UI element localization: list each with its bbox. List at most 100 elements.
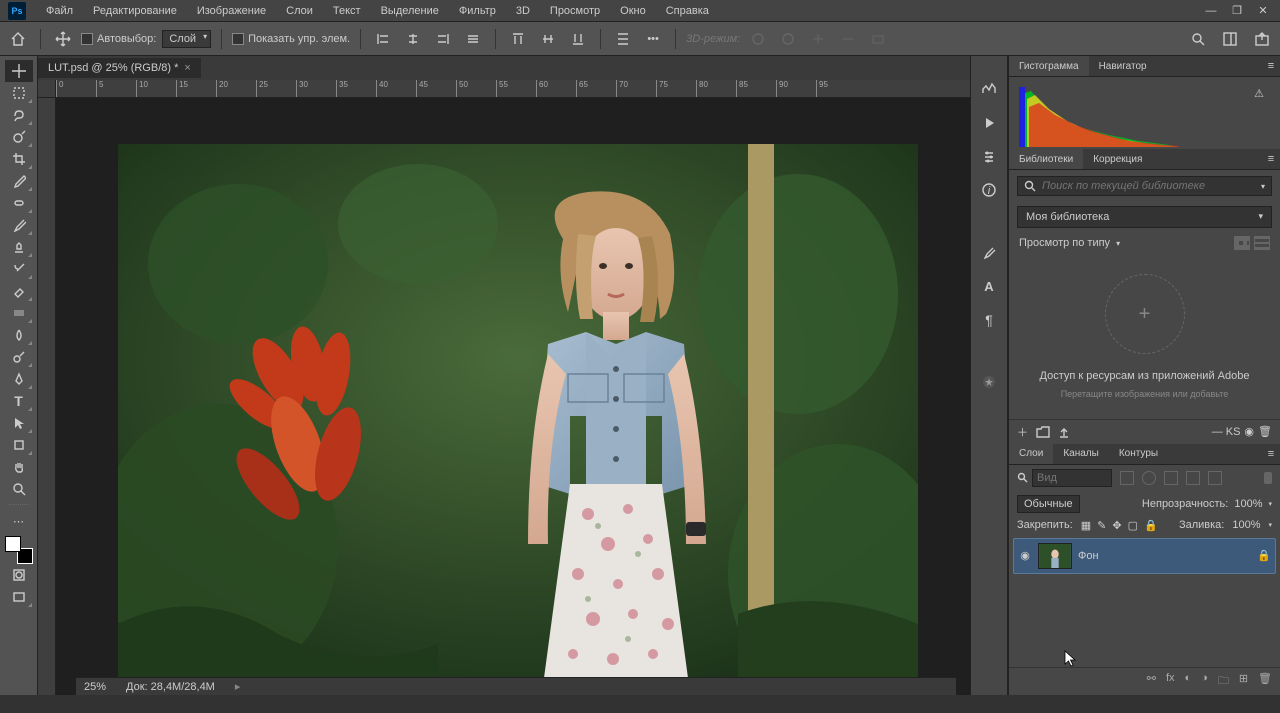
zoom-tool[interactable] — [5, 478, 33, 500]
layer-mask-icon[interactable]: ◐ — [1185, 672, 1192, 691]
filter-shape-icon[interactable] — [1186, 471, 1200, 485]
brushes-icon[interactable] — [979, 242, 999, 262]
menu-image[interactable]: Изображение — [187, 2, 276, 20]
menu-help[interactable]: Справка — [656, 2, 719, 20]
document-tab[interactable]: LUT.psd @ 25% (RGB/8) * × — [38, 58, 201, 78]
add-asset-circle[interactable]: + — [1105, 274, 1185, 354]
quick-select-tool[interactable] — [5, 126, 33, 148]
filter-type-icon[interactable] — [1164, 471, 1178, 485]
pen-tool[interactable] — [5, 368, 33, 390]
tab-libraries[interactable]: Библиотеки — [1009, 149, 1083, 169]
tab-paths[interactable]: Контуры — [1109, 444, 1168, 464]
link-layers-icon[interactable]: ⚯ — [1147, 672, 1156, 691]
panel-menu-icon[interactable]: ≡ — [1262, 444, 1280, 464]
layer-group-icon[interactable]: 🗀 — [1218, 672, 1229, 691]
crop-tool[interactable] — [5, 148, 33, 170]
ruler-vertical[interactable] — [38, 98, 56, 695]
eyedropper-tool[interactable] — [5, 170, 33, 192]
window-restore[interactable]: ❐ — [1224, 0, 1250, 22]
ruler-origin[interactable] — [38, 80, 56, 98]
doc-size[interactable]: Док: 28,4M/28,4M — [126, 681, 215, 693]
character-icon[interactable]: A — [979, 276, 999, 296]
histogram-warning-icon[interactable]: ⚠ — [1254, 87, 1264, 100]
more-options-icon[interactable]: ••• — [641, 27, 665, 51]
menu-text[interactable]: Текст — [323, 2, 371, 20]
align-more-icon[interactable] — [461, 27, 485, 51]
lock-pixels-icon[interactable]: ✎ — [1097, 519, 1106, 532]
adjustment-layer-icon[interactable]: ◑ — [1201, 672, 1208, 691]
paragraph-icon[interactable]: ¶ — [979, 310, 999, 330]
delete-layer-icon[interactable]: 🗑 — [1258, 672, 1272, 691]
favorites-icon[interactable] — [979, 372, 999, 392]
tab-histogram[interactable]: Гистограмма — [1009, 56, 1089, 76]
search-dropdown-icon[interactable]: ▾ — [1261, 182, 1265, 191]
show-transform-controls[interactable]: Показать упр. элем. — [232, 33, 350, 45]
opacity-value[interactable]: 100% — [1234, 498, 1262, 510]
zoom-level[interactable]: 25% — [84, 681, 106, 693]
lib-add-icon[interactable]: ＋ — [1017, 424, 1028, 440]
layer-name[interactable]: Фон — [1078, 550, 1099, 562]
menu-3d[interactable]: 3D — [506, 2, 540, 20]
library-search[interactable]: ▾ — [1017, 176, 1272, 196]
history-brush-tool[interactable] — [5, 258, 33, 280]
layer-filter-input[interactable] — [1032, 469, 1112, 487]
filter-smart-icon[interactable] — [1208, 471, 1222, 485]
search-icon[interactable] — [1186, 27, 1210, 51]
quick-mask[interactable] — [5, 564, 33, 586]
path-select-tool[interactable] — [5, 412, 33, 434]
lib-upload-icon[interactable] — [1058, 426, 1070, 438]
panel-menu-icon[interactable]: ≡ — [1262, 149, 1280, 169]
tab-layers[interactable]: Слои — [1009, 444, 1053, 464]
filter-adjust-icon[interactable] — [1142, 471, 1156, 485]
home-button[interactable] — [6, 27, 30, 51]
foreground-color[interactable] — [5, 536, 21, 552]
new-layer-icon[interactable]: ⊞ — [1239, 672, 1248, 691]
hand-tool[interactable] — [5, 456, 33, 478]
grid-view-icon[interactable] — [1234, 236, 1250, 250]
library-select[interactable]: Моя библиотека — [1017, 206, 1272, 228]
window-minimize[interactable]: — — [1198, 0, 1224, 22]
align-vcenter-icon[interactable] — [536, 27, 560, 51]
align-hcenter-icon[interactable] — [401, 27, 425, 51]
layer-lock-icon[interactable]: 🔒 — [1257, 549, 1271, 562]
gradient-tool[interactable] — [5, 302, 33, 324]
stamp-tool[interactable] — [5, 236, 33, 258]
lib-folder-icon[interactable] — [1036, 426, 1050, 438]
eraser-tool[interactable] — [5, 280, 33, 302]
brush-tool[interactable] — [5, 214, 33, 236]
lock-artboard-icon[interactable]: ▢ — [1128, 519, 1138, 532]
screen-mode[interactable] — [5, 586, 33, 608]
fill-value[interactable]: 100% — [1232, 519, 1260, 531]
layer-thumbnail[interactable] — [1038, 543, 1072, 569]
menu-view[interactable]: Просмотр — [540, 2, 610, 20]
menu-select[interactable]: Выделение — [371, 2, 449, 20]
tab-navigator[interactable]: Навигатор — [1089, 56, 1157, 76]
info-icon[interactable]: i — [979, 180, 999, 200]
window-close[interactable]: ✕ — [1250, 0, 1276, 22]
menu-layers[interactable]: Слои — [276, 2, 323, 20]
filter-toggle[interactable] — [1264, 472, 1272, 484]
menu-file[interactable]: Файл — [36, 2, 83, 20]
move-tool-icon[interactable] — [51, 27, 75, 51]
edit-toolbar[interactable]: ⋯ — [5, 510, 33, 532]
align-top-icon[interactable] — [506, 27, 530, 51]
menu-edit[interactable]: Редактирование — [83, 2, 187, 20]
adjustments-icon[interactable] — [979, 146, 999, 166]
canvas-viewport[interactable] — [56, 98, 970, 695]
type-tool[interactable]: T — [5, 390, 33, 412]
lock-position-icon[interactable]: ✥ — [1112, 519, 1121, 532]
histogram-icon[interactable] — [979, 78, 999, 98]
filter-pixel-icon[interactable] — [1120, 471, 1134, 485]
blur-tool[interactable] — [5, 324, 33, 346]
library-search-input[interactable] — [1042, 180, 1255, 192]
actions-icon[interactable] — [979, 112, 999, 132]
marquee-tool[interactable] — [5, 82, 33, 104]
align-right-icon[interactable] — [431, 27, 455, 51]
close-tab-icon[interactable]: × — [184, 62, 190, 74]
move-tool[interactable] — [5, 60, 33, 82]
list-view-icon[interactable] — [1254, 236, 1270, 250]
layer-style-icon[interactable]: fx — [1166, 672, 1175, 691]
align-bottom-icon[interactable] — [566, 27, 590, 51]
tab-channels[interactable]: Каналы — [1053, 444, 1109, 464]
ruler-horizontal[interactable]: 05101520253035404550556065707580859095 — [56, 80, 970, 98]
